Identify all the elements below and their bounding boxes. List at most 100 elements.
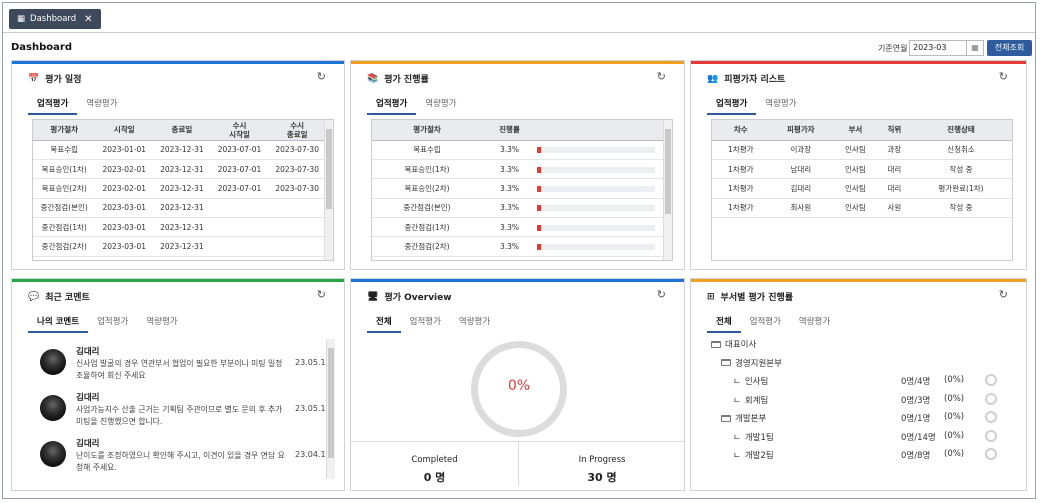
table-row[interactable]: 목표승인(1차) 3.3%	[372, 159, 665, 180]
dept-percent: (0%)	[944, 375, 965, 385]
table-cell: 2023-12-31	[153, 140, 211, 160]
table-cell: 1차평가	[712, 178, 770, 199]
comment-item[interactable]: 김대리 난이도를 조정하였으니 확인해 주시고, 이견이 있을 경우 면담 요청해…	[40, 437, 331, 477]
table-row[interactable]: 1차평가 김대리 인사팀 대리 평가완료(1차)	[712, 178, 1012, 199]
progress-bar-fill	[537, 166, 541, 173]
monitor-icon: 🖥	[367, 291, 379, 302]
dept-count: 0명/14명	[901, 432, 936, 443]
tree-node[interactable]: ㄴ 개발2팀	[733, 448, 774, 462]
table-cell: 인사팀	[831, 159, 879, 180]
tab-performance[interactable]: 업적평가	[741, 315, 790, 333]
tab-all[interactable]: 전체	[707, 315, 741, 333]
scrollbar[interactable]	[326, 339, 335, 479]
col-header: 수시 시작일	[210, 120, 269, 141]
scrollbar[interactable]	[324, 120, 333, 260]
table-cell	[210, 217, 269, 238]
comment-item[interactable]: 김대리 사업가능지수 산출 근거는 기획팀 주관이므로 별도 문의 후 추가 미팅…	[40, 391, 331, 431]
table-row[interactable]: 중간점검(2차) 3.3%	[372, 236, 665, 257]
tab-competency[interactable]: 역량평가	[450, 315, 499, 333]
panel-title: 📅 평가 일정	[28, 73, 82, 86]
progress-bar-fill	[537, 244, 541, 251]
table-cell: 2023-07-30	[268, 159, 326, 180]
refresh-icon[interactable]: ↻	[317, 288, 326, 301]
table-cell	[268, 217, 326, 238]
panel-progress: 📚 평가 진행률 ↻ 업적평가 역량평가 평가절차 진행률 목표수립 3.3% 목표승…	[350, 60, 685, 270]
table-cell: 대리	[878, 178, 910, 199]
table-row[interactable]: 목표수립 2023-01-01 2023-12-31 2023-07-01 2023-0…	[33, 140, 326, 160]
table-row[interactable]: 목표승인(2차) 2023-02-01 2023-12-31 2023-07-01 20…	[33, 178, 326, 199]
table-row[interactable]: 목표수립 3.3%	[372, 140, 665, 160]
tab-competency[interactable]: 역량평가	[77, 97, 126, 115]
table-cell: 신청취소	[909, 140, 1012, 160]
tree-node[interactable]: ㄴ 회계팀	[733, 393, 768, 407]
table-row[interactable]: 1차평가 이과장 인사팀 과장 신청취소	[712, 140, 1012, 160]
scroll-thumb[interactable]	[326, 129, 332, 209]
calendar-icon: 📅	[28, 73, 40, 84]
comment-item[interactable]: 김대리 신사업 발굴의 경우 연관부서 협업이 필요한 부분이니 미팅 일정 조율…	[40, 345, 331, 385]
tab-performance[interactable]: 업적평가	[707, 97, 757, 115]
refresh-icon[interactable]: ↻	[657, 70, 666, 83]
table-row[interactable]: 중간점검(1차) 2023-03-01 2023-12-31	[33, 217, 326, 238]
panel-tabs: 업적평가 역량평가	[28, 97, 127, 115]
search-all-button[interactable]: 전체조회	[987, 40, 1032, 56]
progress-bar-fill	[537, 224, 541, 231]
tab-competency[interactable]: 역량평가	[416, 97, 465, 115]
table-row[interactable]: 1차평가 최사원 인사팀 사원 작성 중	[712, 198, 1012, 219]
tab-competency[interactable]: 역량평가	[790, 315, 839, 333]
scroll-thumb[interactable]	[665, 129, 671, 214]
table-row[interactable]: 중간점검(본인) 3.3%	[372, 198, 665, 219]
tree-node[interactable]: ㄴ 개발1팀	[733, 430, 774, 444]
table-row[interactable]: 목표승인(1차) 2023-02-01 2023-12-31 2023-07-01 20…	[33, 159, 326, 180]
tab-dashboard[interactable]: ▦ Dashboard ✕	[9, 9, 101, 29]
table-cell: 사원	[878, 198, 910, 219]
calendar-icon[interactable]: ▦	[966, 40, 984, 56]
col-header: 차수	[712, 120, 770, 141]
progress-bar	[537, 205, 655, 212]
rate-cell: 3.3%	[482, 236, 537, 257]
scrollbar[interactable]	[663, 120, 672, 260]
col-header: 종료일	[153, 120, 211, 141]
rate-cell: 3.3%	[482, 159, 537, 180]
table-cell: 2023-01-01	[95, 140, 154, 160]
table-row[interactable]: 1차평가 남대리 인사팀 대리 작성 중	[712, 159, 1012, 180]
table-row[interactable]: 목표승인(2차) 3.3%	[372, 178, 665, 199]
close-icon[interactable]: ✕	[84, 14, 92, 25]
table-cell: 2023-12-31	[153, 236, 211, 257]
tab-competency[interactable]: 역량평가	[756, 97, 805, 115]
tab-my-comments[interactable]: 나의 코멘트	[28, 315, 89, 333]
tree-node[interactable]: ㄴ 인사팀	[733, 374, 768, 388]
tab-performance[interactable]: 업적평가	[401, 315, 450, 333]
refresh-icon[interactable]: ↻	[999, 70, 1008, 83]
tab-performance[interactable]: 업적평가	[367, 97, 417, 115]
table-cell: 2023-07-01	[210, 178, 269, 199]
tree-node-label: 회계팀	[744, 395, 769, 406]
progress-bar-fill	[537, 185, 541, 192]
tab-competency[interactable]: 역량평가	[137, 315, 186, 333]
col-header: 진행률	[482, 120, 537, 141]
table-cell: 2023-03-01	[95, 198, 154, 219]
table-cell: 중간점검(1차)	[33, 217, 96, 238]
step-cell: 목표수립	[372, 140, 482, 160]
tab-all[interactable]: 전체	[367, 315, 401, 333]
users-icon: 👥	[707, 73, 719, 84]
refresh-icon[interactable]: ↻	[317, 70, 326, 83]
refresh-icon[interactable]: ↻	[999, 288, 1008, 301]
inprogress-stat: In Progress 30 명	[519, 441, 685, 486]
table-row[interactable]: 중간점검(2차) 2023-03-01 2023-12-31	[33, 236, 326, 257]
tab-performance[interactable]: 업적평가	[28, 97, 78, 115]
schedule-table: 평가절차 시작일 종료일 수시 시작일 수시 종료일 목표수립 2023-01-01 202…	[32, 119, 334, 261]
table-cell: 이과장	[769, 140, 832, 160]
tab-performance[interactable]: 업적평가	[88, 315, 137, 333]
tree-node-label: 인사팀	[744, 377, 769, 387]
table-row[interactable]: 중간점검(1차) 3.3%	[372, 217, 665, 238]
org-chart-icon: ⊞	[707, 291, 715, 302]
scroll-thumb[interactable]	[328, 348, 334, 458]
table-row[interactable]: 중간점검(본인) 2023-03-01 2023-12-31	[33, 198, 326, 219]
rate-cell: 3.3%	[482, 217, 537, 238]
date-input[interactable]: 2023-03	[909, 40, 967, 56]
refresh-icon[interactable]: ↻	[657, 288, 666, 301]
tree-node[interactable]: 개발본부	[721, 411, 766, 425]
tree-node[interactable]: 경영지원본부	[721, 356, 782, 370]
bar-cell	[537, 217, 665, 238]
tree-node[interactable]: 대표이사	[711, 337, 756, 351]
